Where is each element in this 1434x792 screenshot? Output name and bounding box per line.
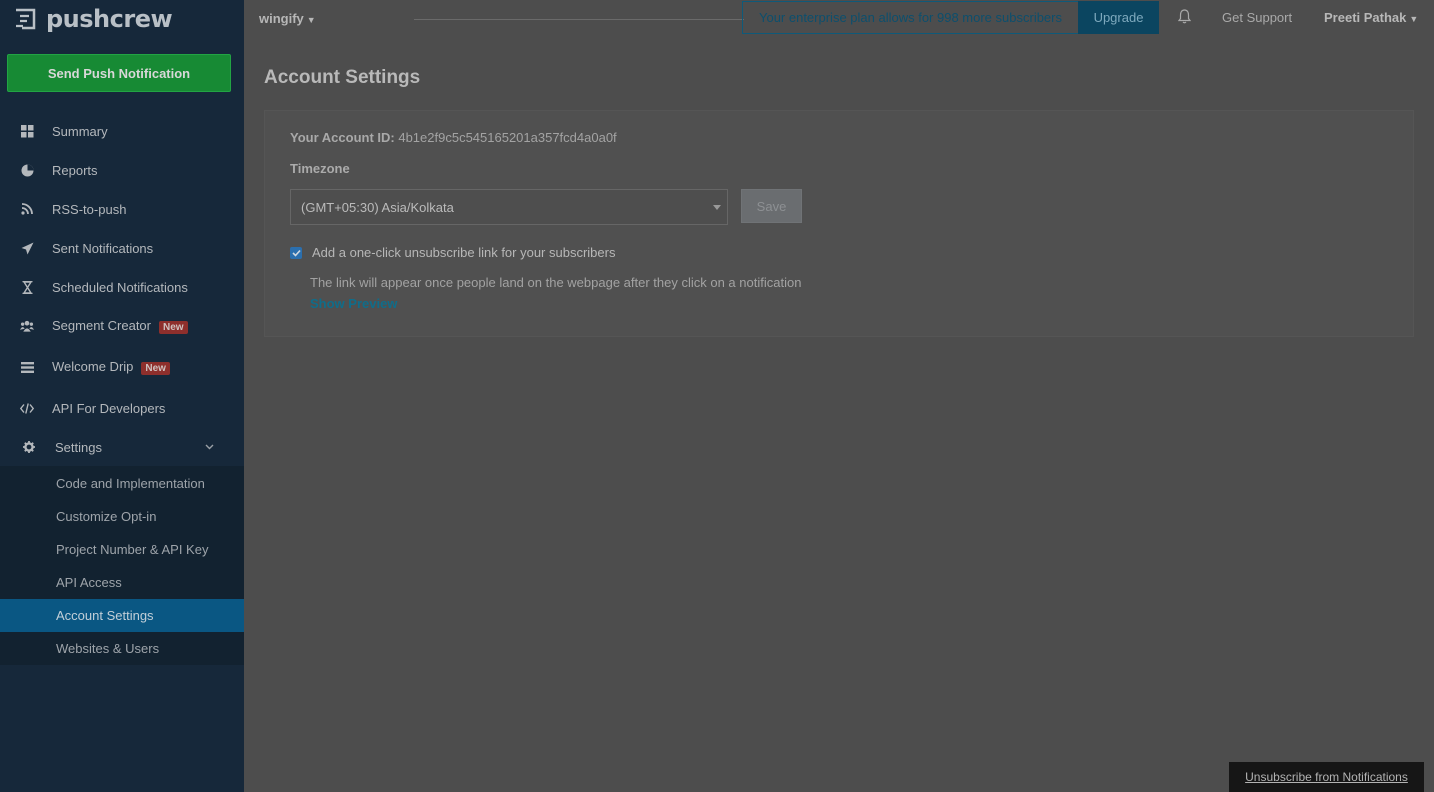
user-menu[interactable]: Preeti Pathak ▼ <box>1324 10 1418 25</box>
sidebar-item-label: Sent Notifications <box>52 240 154 256</box>
sidebar-item-label: Segment Creator New <box>52 318 188 334</box>
new-badge: New <box>141 361 170 375</box>
submenu-item-code-and-implementation[interactable]: Code and Implementation <box>0 467 244 500</box>
upgrade-button[interactable]: Upgrade <box>1078 1 1159 34</box>
sidebar-item-settings[interactable]: Settings <box>0 429 244 465</box>
timezone-select[interactable]: (GMT+05:30) Asia/Kolkata <box>290 189 728 225</box>
sidebar-item-welcome-drip[interactable]: Welcome Drip New <box>0 349 244 385</box>
submenu-item-label: Customize Opt-in <box>56 509 157 524</box>
list-icon <box>20 360 34 374</box>
submenu-item-customize-opt-in[interactable]: Customize Opt-in <box>0 500 244 533</box>
submenu-item-label: Code and Implementation <box>56 476 205 491</box>
unsubscribe-link-label[interactable]: Add a one-click unsubscribe link for you… <box>312 245 615 260</box>
top-bar: wingify ▼ Your enterprise plan allows for… <box>244 0 1434 44</box>
project-name: wingify <box>259 11 304 26</box>
sidebar-item-label: RSS-to-push <box>52 201 127 217</box>
submenu-item-label: Account Settings <box>56 608 154 623</box>
chevron-down-icon <box>205 442 214 453</box>
show-preview-link[interactable]: Show Preview <box>310 296 397 311</box>
sidebar: pushcrew Send Push Notification Summary … <box>0 0 244 792</box>
sidebar-item-label: Settings <box>55 439 102 455</box>
sidebar-item-api-for-developers[interactable]: API For Developers <box>0 390 244 426</box>
submenu-item-label: Websites & Users <box>56 641 160 656</box>
hourglass-icon <box>20 280 34 294</box>
timezone-value: (GMT+05:30) Asia/Kolkata <box>301 199 454 215</box>
submenu-item-account-settings[interactable]: Account Settings <box>0 599 244 632</box>
segment-creator-text: Segment Creator <box>52 318 151 334</box>
timezone-label: Timezone <box>290 161 350 176</box>
sidebar-item-label: Summary <box>52 123 108 139</box>
sidebar-item-label: API For Developers <box>52 400 166 416</box>
caret-down-icon: ▼ <box>1409 14 1419 24</box>
submenu-item-label: API Access <box>56 575 122 590</box>
get-support-link[interactable]: Get Support <box>1222 10 1292 25</box>
new-badge: New <box>159 320 188 334</box>
bell-icon[interactable] <box>1177 9 1192 25</box>
pie-chart-icon <box>20 163 34 177</box>
pushcrew-logo-icon <box>16 8 36 30</box>
code-icon <box>20 401 34 415</box>
submenu-item-api-access[interactable]: API Access <box>0 566 244 599</box>
sidebar-item-sent-notifications[interactable]: Sent Notifications <box>0 230 244 266</box>
welcome-drip-text: Welcome Drip <box>52 359 134 375</box>
save-button[interactable]: Save <box>741 189 802 223</box>
account-id-value: 4b1e2f9c5c545165201a357fcd4a0a0f <box>398 130 617 145</box>
paper-plane-icon <box>20 241 34 255</box>
account-settings-card: Your Account ID: 4b1e2f9c5c545165201a357… <box>264 110 1414 337</box>
account-id-label: Your Account ID: <box>290 130 395 145</box>
checkmark-icon <box>291 249 301 257</box>
sidebar-item-label: Scheduled Notifications <box>52 279 188 295</box>
sidebar-item-segment-creator[interactable]: Segment Creator New <box>0 308 244 344</box>
submenu-item-project-number-api-key[interactable]: Project Number & API Key <box>0 533 244 566</box>
brand-name: pushcrew <box>46 5 173 33</box>
unsubscribe-helper-text: The link will appear once people land on… <box>310 275 802 290</box>
unsubscribe-notifications-button[interactable]: Unsubscribe from Notifications <box>1229 762 1424 792</box>
caret-down-icon: ▼ <box>306 15 316 25</box>
sidebar-item-rss-to-push[interactable]: RSS-to-push <box>0 191 244 227</box>
account-id-row: Your Account ID: 4b1e2f9c5c545165201a357… <box>290 130 617 145</box>
sidebar-item-summary[interactable]: Summary <box>0 113 244 149</box>
sidebar-item-label: Welcome Drip New <box>52 359 170 375</box>
users-icon <box>20 319 34 333</box>
dropdown-arrow-icon <box>713 205 721 210</box>
submenu-item-websites-users[interactable]: Websites & Users <box>0 632 244 665</box>
sidebar-item-label: Reports <box>52 162 98 178</box>
sidebar-item-reports[interactable]: Reports <box>0 152 244 188</box>
page-title: Account Settings <box>264 67 421 88</box>
unsubscribe-label: Unsubscribe from Notifications <box>1245 770 1408 784</box>
sidebar-item-scheduled-notifications[interactable]: Scheduled Notifications <box>0 269 244 305</box>
unsubscribe-link-checkbox[interactable] <box>290 247 302 259</box>
rss-icon <box>20 202 34 216</box>
settings-submenu: Code and Implementation Customize Opt-in… <box>0 466 244 665</box>
dashboard-icon <box>20 124 34 138</box>
pushcrew-logo[interactable]: pushcrew <box>14 4 173 34</box>
divider <box>414 19 744 20</box>
submenu-item-label: Project Number & API Key <box>56 542 209 557</box>
user-name: Preeti Pathak <box>1324 10 1407 25</box>
plan-message: Your enterprise plan allows for 998 more… <box>742 1 1078 34</box>
gear-icon <box>22 440 36 454</box>
project-selector[interactable]: wingify ▼ <box>259 11 316 26</box>
send-push-notification-button[interactable]: Send Push Notification <box>7 54 231 92</box>
